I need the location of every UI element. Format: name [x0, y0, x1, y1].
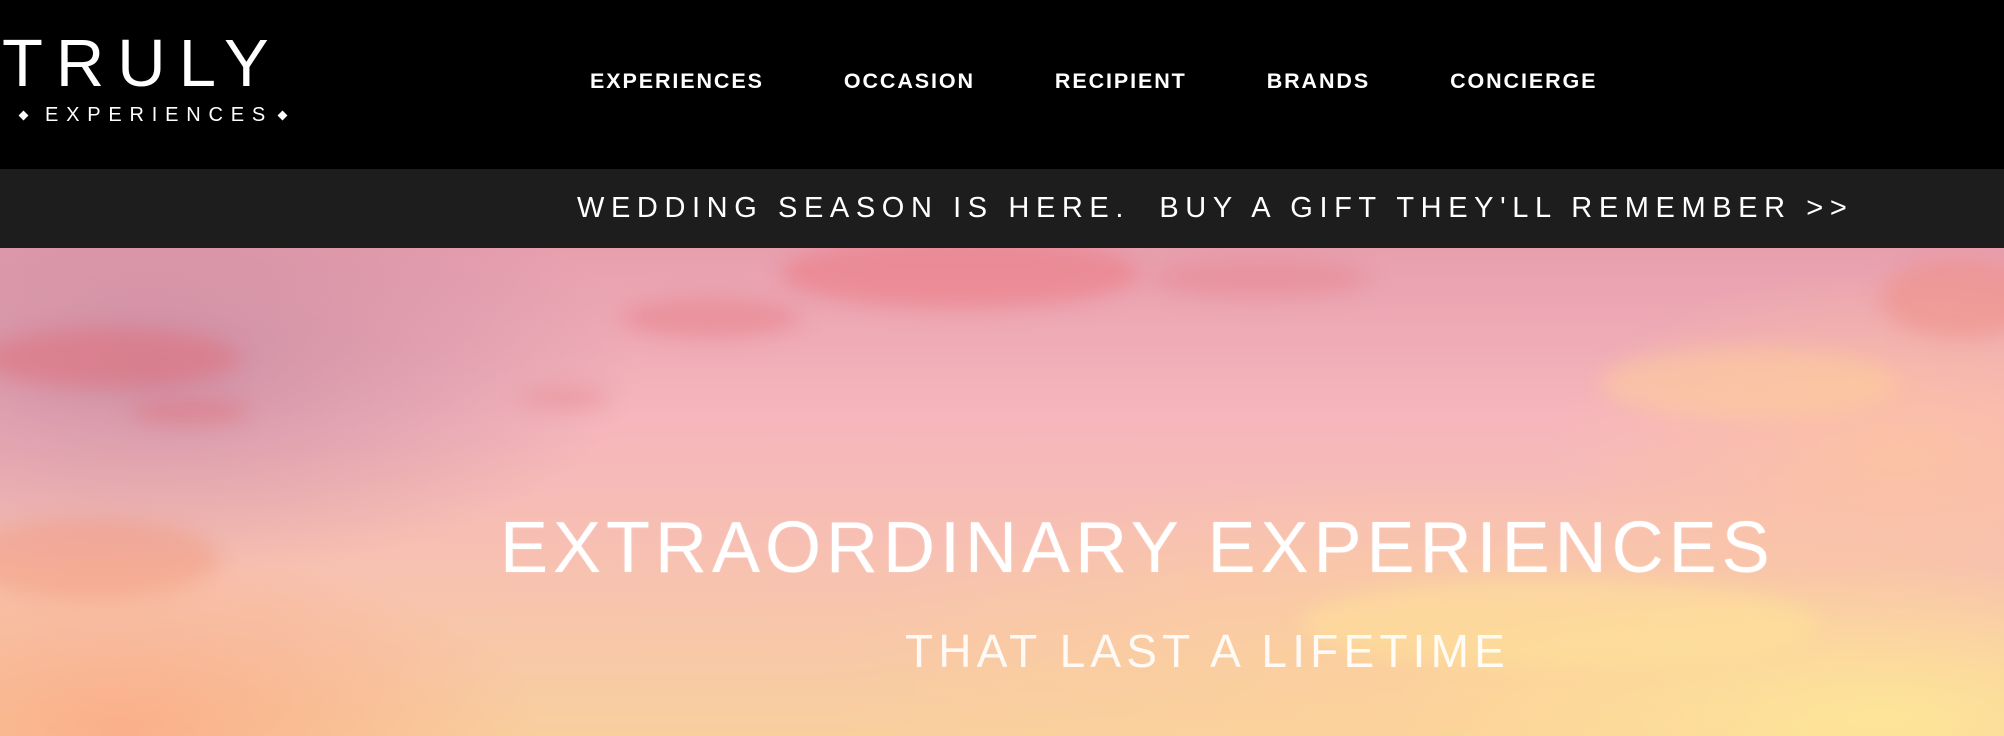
- nav-item-experiences[interactable]: EXPERIENCES: [590, 64, 764, 98]
- wedding-season-promo-link[interactable]: WEDDING SEASON IS HERE. BUY A GIFT THEY'…: [577, 188, 1853, 228]
- promo-banner: WEDDING SEASON IS HERE. BUY A GIFT THEY'…: [0, 169, 2004, 248]
- hero-banner: EXTRAORDINARY EXPERIENCES THAT LAST A LI…: [0, 248, 2004, 736]
- hero-title: EXTRAORDINARY EXPERIENCES: [500, 508, 1775, 588]
- sky-cloud: [1150, 258, 1370, 298]
- logo-wordmark: TRULY: [2, 26, 282, 101]
- sky-cloud: [0, 518, 220, 598]
- hero-subtitle: THAT LAST A LIFETIME: [905, 625, 1511, 677]
- sky-cloud: [780, 248, 1140, 308]
- sky-cloud: [620, 298, 800, 338]
- nav-item-recipient[interactable]: RECIPIENT: [1055, 64, 1187, 98]
- site-header: TRULY EXPERIENCES EXPERIENCES OCCASION R…: [0, 0, 2004, 169]
- logo-subtitle: EXPERIENCES: [45, 104, 274, 126]
- nav-item-concierge[interactable]: CONCIERGE: [1450, 64, 1597, 98]
- diamond-left-icon: [18, 110, 29, 120]
- diamond-right-icon: [277, 110, 288, 120]
- promo-text: WEDDING SEASON IS HERE. BUY A GIFT THEY'…: [577, 192, 1854, 224]
- logo-subline: EXPERIENCES: [18, 102, 288, 128]
- nav-item-brands[interactable]: BRANDS: [1267, 64, 1370, 98]
- main-nav: EXPERIENCES OCCASION RECIPIENT BRANDS CO…: [590, 64, 1677, 98]
- page: TRULY EXPERIENCES EXPERIENCES OCCASION R…: [0, 0, 2004, 736]
- sky-cloud: [1600, 348, 1900, 418]
- truly-experiences-logo[interactable]: TRULY EXPERIENCES: [2, 26, 312, 128]
- sky-cloud: [1880, 258, 2004, 338]
- nav-item-occasion[interactable]: OCCASION: [844, 64, 975, 98]
- sky-cloud: [130, 398, 250, 424]
- sky-cloud: [520, 388, 610, 408]
- sky-cloud: [0, 328, 240, 388]
